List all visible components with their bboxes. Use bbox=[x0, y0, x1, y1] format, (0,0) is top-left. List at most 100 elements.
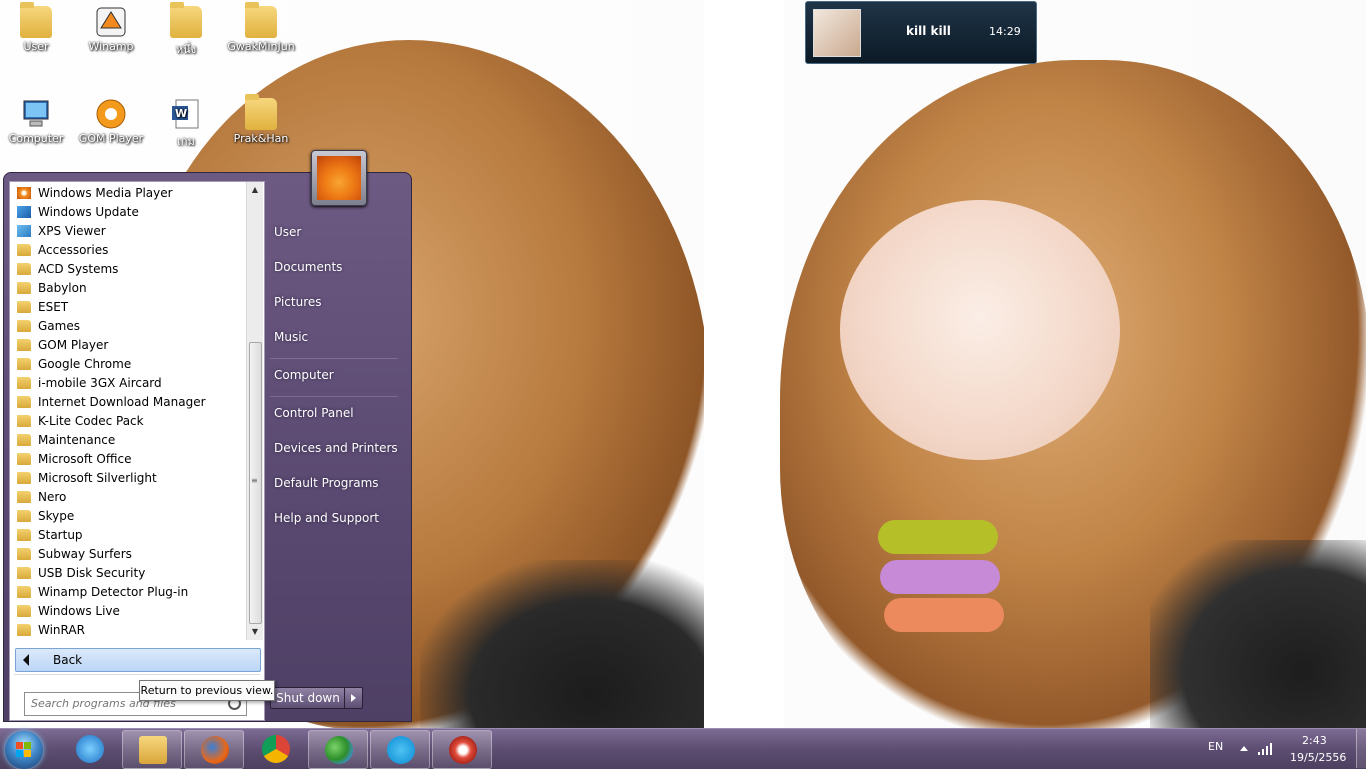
program-item-label: ESET bbox=[38, 300, 69, 314]
program-item[interactable]: Startup bbox=[14, 526, 244, 545]
taskbar-skype-button[interactable] bbox=[370, 730, 430, 769]
program-item[interactable]: Windows Live bbox=[14, 602, 244, 621]
divider bbox=[270, 396, 398, 397]
folder-icon bbox=[245, 94, 277, 130]
folder-user-icon bbox=[20, 2, 52, 38]
chrome-icon bbox=[262, 735, 290, 763]
program-item-label: K-Lite Codec Pack bbox=[38, 414, 144, 428]
program-item[interactable]: i-mobile 3GX Aircard bbox=[14, 374, 244, 393]
taskbar-explorer-button[interactable] bbox=[122, 730, 182, 769]
program-item-label: Skype bbox=[38, 509, 75, 523]
shutdown-options-arrow-icon[interactable] bbox=[344, 687, 363, 709]
program-item[interactable]: Games bbox=[14, 317, 244, 336]
show-desktop-button[interactable] bbox=[1356, 729, 1366, 768]
start-right-item-user[interactable]: User bbox=[274, 225, 301, 239]
start-button[interactable] bbox=[5, 731, 43, 769]
folder-icon bbox=[17, 624, 31, 636]
clock-date[interactable]: 19/5/2556 bbox=[1290, 751, 1346, 764]
program-item[interactable]: Accessories bbox=[14, 241, 244, 260]
taskbar-firefox-button[interactable] bbox=[184, 730, 244, 769]
gom-player-icon bbox=[95, 98, 127, 130]
programs-scrollbar[interactable]: ▲ ≡ ▼ bbox=[246, 182, 263, 640]
notification-time: 14:29 bbox=[989, 25, 1021, 38]
program-item-label: Microsoft Office bbox=[38, 452, 132, 466]
program-item[interactable]: Google Chrome bbox=[14, 355, 244, 374]
program-item-label: USB Disk Security bbox=[38, 566, 146, 580]
program-item-label: WinRAR bbox=[38, 623, 85, 637]
network-signal-icon[interactable] bbox=[1258, 743, 1274, 755]
desktop-icon-label: หนึ่ง bbox=[175, 43, 197, 56]
start-right-item-music[interactable]: Music bbox=[274, 330, 308, 344]
computer-icon bbox=[20, 98, 52, 130]
program-item[interactable]: USB Disk Security bbox=[14, 564, 244, 583]
start-right-item-help-and-support[interactable]: Help and Support bbox=[274, 511, 379, 525]
program-item[interactable]: Subway Surfers bbox=[14, 545, 244, 564]
desktop-icon-winamp[interactable]: Winamp bbox=[73, 6, 149, 53]
program-item[interactable]: Maintenance bbox=[14, 431, 244, 450]
desktop-icon-prak-han[interactable]: Prak&Han bbox=[223, 94, 299, 145]
program-item[interactable]: XPS Viewer bbox=[14, 222, 244, 241]
desktop-icon-gom-player[interactable]: GOM Player bbox=[73, 98, 149, 145]
start-right-item-pictures[interactable]: Pictures bbox=[274, 295, 322, 309]
folder-icon bbox=[17, 586, 31, 598]
program-item[interactable]: ESET bbox=[14, 298, 244, 317]
desktop-icon-gwakminjun[interactable]: GwakMinJun bbox=[223, 2, 299, 53]
program-item[interactable]: Microsoft Silverlight bbox=[14, 469, 244, 488]
taskbar-messenger-button[interactable] bbox=[308, 730, 368, 769]
program-item[interactable]: Nero bbox=[14, 488, 244, 507]
start-right-item-control-panel[interactable]: Control Panel bbox=[274, 406, 354, 420]
program-item[interactable]: Windows Media Player bbox=[14, 184, 244, 203]
program-item[interactable]: Microsoft Office bbox=[14, 450, 244, 469]
folder-icon bbox=[17, 605, 31, 617]
skype-icon bbox=[387, 736, 415, 764]
show-hidden-icons-icon[interactable] bbox=[1240, 746, 1248, 751]
desktop-icon-folder-thai[interactable]: หนึ่ง bbox=[148, 2, 224, 58]
user-picture[interactable] bbox=[311, 150, 367, 206]
desktop-icon-word-doc[interactable]: W เกม bbox=[148, 98, 224, 150]
notification-title: kill kill bbox=[906, 24, 951, 38]
start-right-item-devices-and-printers[interactable]: Devices and Printers bbox=[274, 441, 398, 455]
desktop-icon-computer[interactable]: Computer bbox=[0, 98, 74, 145]
folder-icon bbox=[17, 434, 31, 446]
program-item[interactable]: WinRAR bbox=[14, 621, 244, 640]
taskbar-ie-button[interactable] bbox=[60, 730, 118, 767]
scroll-grip-icon: ≡ bbox=[251, 476, 258, 485]
folder-icon bbox=[17, 282, 31, 294]
back-arrow-icon bbox=[23, 654, 29, 666]
wallpaper-bracelet bbox=[884, 598, 1004, 632]
program-item[interactable]: ACD Systems bbox=[14, 260, 244, 279]
start-right-item-documents[interactable]: Documents bbox=[274, 260, 342, 274]
taskbar-chrome-button[interactable] bbox=[246, 730, 304, 767]
music-notification[interactable]: kill kill 14:29 bbox=[805, 1, 1037, 64]
folder-icon bbox=[17, 244, 31, 256]
scroll-up-icon[interactable]: ▲ bbox=[247, 182, 263, 198]
start-menu: Windows Media Player Windows Update XPS Vi… bbox=[3, 150, 412, 722]
program-item-label: GOM Player bbox=[38, 338, 109, 352]
language-indicator[interactable]: EN bbox=[1208, 740, 1223, 753]
start-right-item-computer[interactable]: Computer bbox=[274, 368, 334, 382]
clock-time[interactable]: 2:43 bbox=[1302, 734, 1327, 747]
desktop-icon-label: Prak&Han bbox=[233, 132, 289, 145]
program-item[interactable]: Windows Update bbox=[14, 203, 244, 222]
folder-icon bbox=[17, 453, 31, 465]
folder-icon bbox=[17, 396, 31, 408]
program-item[interactable]: K-Lite Codec Pack bbox=[14, 412, 244, 431]
desktop-icon-label: Computer bbox=[8, 132, 64, 145]
program-item[interactable]: Internet Download Manager bbox=[14, 393, 244, 412]
start-right-item-default-programs[interactable]: Default Programs bbox=[274, 476, 379, 490]
wallpaper-divider bbox=[704, 0, 784, 728]
back-button[interactable]: Back bbox=[15, 648, 261, 672]
program-item[interactable]: Babylon bbox=[14, 279, 244, 298]
program-item-label: Windows Update bbox=[38, 205, 139, 219]
taskbar-media-button[interactable] bbox=[432, 730, 492, 769]
scroll-down-icon[interactable]: ▼ bbox=[247, 624, 263, 640]
program-item[interactable]: Skype bbox=[14, 507, 244, 526]
wallpaper-face bbox=[840, 200, 1120, 460]
all-programs-list: Windows Media Player Windows Update XPS Vi… bbox=[10, 182, 246, 642]
shutdown-button[interactable]: Shut down bbox=[270, 687, 346, 709]
desktop-icon-user[interactable]: User bbox=[0, 2, 74, 53]
folder-icon bbox=[17, 529, 31, 541]
program-item[interactable]: Winamp Detector Plug-in bbox=[14, 583, 244, 602]
program-item[interactable]: GOM Player bbox=[14, 336, 244, 355]
program-item-label: ACD Systems bbox=[38, 262, 119, 276]
